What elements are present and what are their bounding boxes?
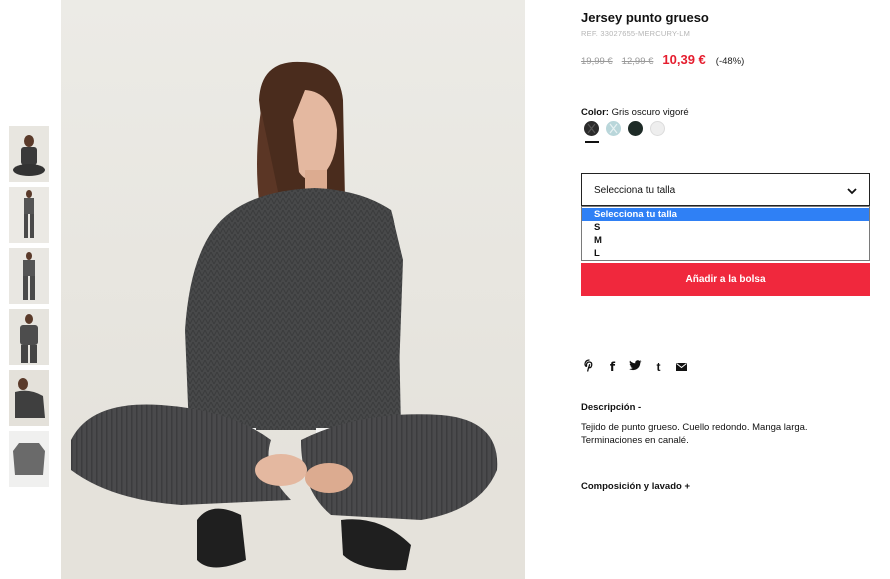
product-page: Jersey punto grueso REF. 33027655-MERCUR…: [0, 0, 890, 579]
color-value: Gris oscuro vigoré: [611, 107, 689, 118]
composition-toggle[interactable]: Composición y lavado +: [581, 481, 690, 492]
thumbnail-1[interactable]: [9, 126, 49, 182]
thumbnail-2[interactable]: [9, 187, 49, 243]
color-swatches: [584, 121, 672, 136]
mail-icon[interactable]: [675, 360, 688, 374]
original-price-2: 12,99 €: [621, 56, 654, 67]
product-title: Jersey punto grueso: [581, 10, 709, 25]
product-reference: REF. 33027655-MERCURY-LM: [581, 29, 691, 38]
chevron-down-icon: [846, 184, 858, 202]
facebook-icon[interactable]: f: [606, 360, 619, 374]
main-product-image: [61, 0, 525, 579]
share-icons: f t: [583, 359, 698, 375]
swatch-azul-claro[interactable]: [606, 121, 621, 136]
size-select-value: Selecciona tu talla: [594, 185, 676, 196]
discount-badge: (-48%): [715, 56, 745, 67]
thumbnail-3[interactable]: [9, 248, 49, 304]
current-price: 10,39 €: [662, 52, 706, 67]
thumbnail-5[interactable]: [9, 370, 49, 426]
pinterest-icon[interactable]: [583, 359, 596, 375]
twitter-icon[interactable]: [629, 360, 642, 374]
color-label: Color:: [581, 107, 609, 118]
selected-swatch-indicator: [585, 141, 599, 143]
size-option-placeholder[interactable]: Selecciona tu talla: [582, 208, 869, 221]
thumbnail-6[interactable]: [9, 431, 49, 487]
size-option-m[interactable]: M: [582, 234, 869, 247]
color-info: Color: Gris oscuro vigoré: [581, 107, 689, 118]
size-option-l[interactable]: L: [582, 247, 869, 260]
size-dropdown-list: Selecciona tu talla S M L: [581, 206, 870, 261]
tumblr-icon[interactable]: t: [652, 360, 665, 374]
add-to-bag-button[interactable]: Añadir a la bolsa: [581, 263, 870, 296]
size-option-s[interactable]: S: [582, 221, 869, 234]
swatch-blanco[interactable]: [650, 121, 665, 136]
original-price-1: 19,99 €: [581, 56, 613, 67]
thumbnail-4[interactable]: [9, 309, 49, 365]
thumbnail-strip: [9, 126, 49, 492]
swatch-gris-oscuro[interactable]: [584, 121, 599, 136]
description-toggle[interactable]: Descripción -: [581, 402, 641, 413]
swatch-verde-oscuro[interactable]: [628, 121, 643, 136]
size-select[interactable]: Selecciona tu talla: [581, 173, 870, 206]
price-row: 19,99 € 12,99 € 10,39 € (-48%): [581, 52, 744, 67]
description-text: Tejido de punto grueso. Cuello redondo. …: [581, 422, 808, 446]
